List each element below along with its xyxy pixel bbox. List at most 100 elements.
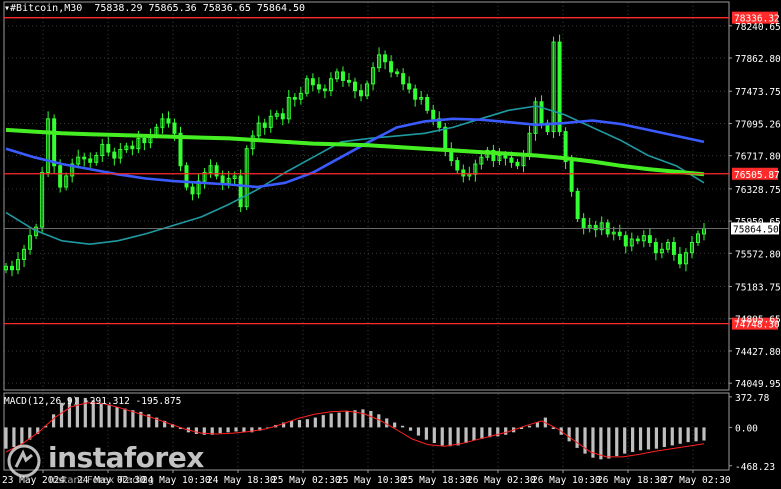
candle-body xyxy=(142,137,147,144)
macd-bar xyxy=(631,427,635,452)
watermark-tagline: Instant Forex Trading xyxy=(49,475,155,486)
candle-body xyxy=(407,83,412,90)
y-tick-label: 75183.75 xyxy=(735,282,781,293)
candle-body xyxy=(262,122,267,128)
macd-bar xyxy=(393,422,397,428)
y-tick-label: 74805.65 xyxy=(735,315,781,326)
candle-body xyxy=(10,265,15,271)
candle-body xyxy=(88,158,93,163)
candle-body xyxy=(214,165,219,177)
macd-bar xyxy=(400,425,405,428)
macd-y-tick-label: 0.00 xyxy=(735,423,758,434)
macd-bar xyxy=(131,410,135,428)
candle-body xyxy=(346,79,351,83)
candle-body xyxy=(359,90,364,97)
candle-body xyxy=(383,54,388,63)
macd-bar xyxy=(218,427,222,434)
macd-bar xyxy=(115,406,119,428)
y-tick-label: 77473.75 xyxy=(735,87,781,98)
ohlc-values: 75838.29 75865.36 75836.65 75864.50 xyxy=(94,3,306,14)
candle-body xyxy=(431,109,436,120)
candle-body xyxy=(395,71,400,75)
watermark-brand: instaforex xyxy=(48,441,204,474)
candle-body xyxy=(623,235,628,247)
macd-bar xyxy=(123,408,127,428)
y-tick-label: 75950.65 xyxy=(735,217,781,228)
candle-body xyxy=(677,253,682,265)
candle-body xyxy=(353,81,357,92)
macd-bar xyxy=(297,420,302,428)
macd-bar xyxy=(313,417,317,428)
macd-bar xyxy=(567,427,571,442)
macd-bar xyxy=(289,420,294,428)
macd-bar xyxy=(329,413,333,428)
watermark-logo: instaforex Instant Forex Trading xyxy=(6,441,246,489)
candle-body xyxy=(220,175,225,185)
candle-body xyxy=(569,160,574,192)
macd-bar xyxy=(369,411,373,428)
x-tick-label: 25 May 10:30 xyxy=(337,475,406,486)
macd-bar xyxy=(480,427,484,439)
macd-bar xyxy=(345,411,349,428)
candle-body xyxy=(292,97,297,100)
macd-bar xyxy=(607,427,611,459)
candle-body xyxy=(322,88,327,92)
macd-bar xyxy=(448,427,452,447)
macd-bar xyxy=(385,418,389,428)
y-tick-label: 76328.75 xyxy=(735,185,781,196)
candle-body xyxy=(389,61,394,73)
candle-body xyxy=(280,113,285,120)
candle-body xyxy=(106,143,111,153)
macd-bar xyxy=(305,419,310,428)
candle-body xyxy=(82,156,87,160)
y-tick-label: 74427.80 xyxy=(735,347,781,358)
macd-bar xyxy=(408,427,413,431)
candle-body xyxy=(166,118,171,124)
macd-bar xyxy=(535,422,540,428)
candle-body xyxy=(539,101,544,124)
macd-bar xyxy=(702,427,706,441)
candle-body xyxy=(443,126,448,150)
macd-bar xyxy=(646,427,651,450)
candle-body xyxy=(190,186,195,195)
macd-bar xyxy=(234,427,238,432)
candle-body xyxy=(52,118,57,167)
candle-body xyxy=(581,218,586,229)
candle-body xyxy=(238,175,243,208)
macd-bar xyxy=(464,427,468,443)
symbol-label: #Bitcoin,M30 xyxy=(10,3,83,14)
candle-body xyxy=(455,160,460,171)
candle-body xyxy=(593,224,598,231)
candle-body xyxy=(617,231,622,237)
candle-body xyxy=(557,41,562,133)
macd-bar xyxy=(337,412,341,428)
candle-body xyxy=(112,151,117,159)
candle-body xyxy=(58,165,63,188)
y-tick-label: 77095.26 xyxy=(735,119,781,130)
candle-body xyxy=(130,145,135,150)
macd-bar xyxy=(615,427,619,457)
y-tick-label: 74049.95 xyxy=(735,379,781,390)
macd-bar xyxy=(638,427,643,451)
macd-bar xyxy=(654,427,659,449)
macd-bar xyxy=(678,427,682,444)
candle-body xyxy=(310,78,315,86)
level-label: 76505.87 xyxy=(734,170,780,181)
candle-body xyxy=(509,157,514,163)
candle-body xyxy=(575,190,580,220)
x-tick-label: 25 May 18:30 xyxy=(402,475,471,486)
macd-bar xyxy=(416,427,421,436)
macd-bar xyxy=(321,415,325,428)
macd-bar xyxy=(440,427,444,446)
candle-body xyxy=(515,161,520,167)
macd-bar xyxy=(456,427,460,446)
macd-bar xyxy=(686,427,690,443)
instaforex-logo-icon xyxy=(7,444,41,478)
macd-bar xyxy=(623,427,627,454)
macd-bar xyxy=(575,427,579,448)
macd-bar xyxy=(361,409,365,428)
candle-body xyxy=(184,165,189,188)
chart-canvas[interactable]: 78336.3276505.8774748.3075864.5078240.65… xyxy=(0,0,781,489)
candle-body xyxy=(413,88,418,100)
macd-bar xyxy=(51,414,56,428)
